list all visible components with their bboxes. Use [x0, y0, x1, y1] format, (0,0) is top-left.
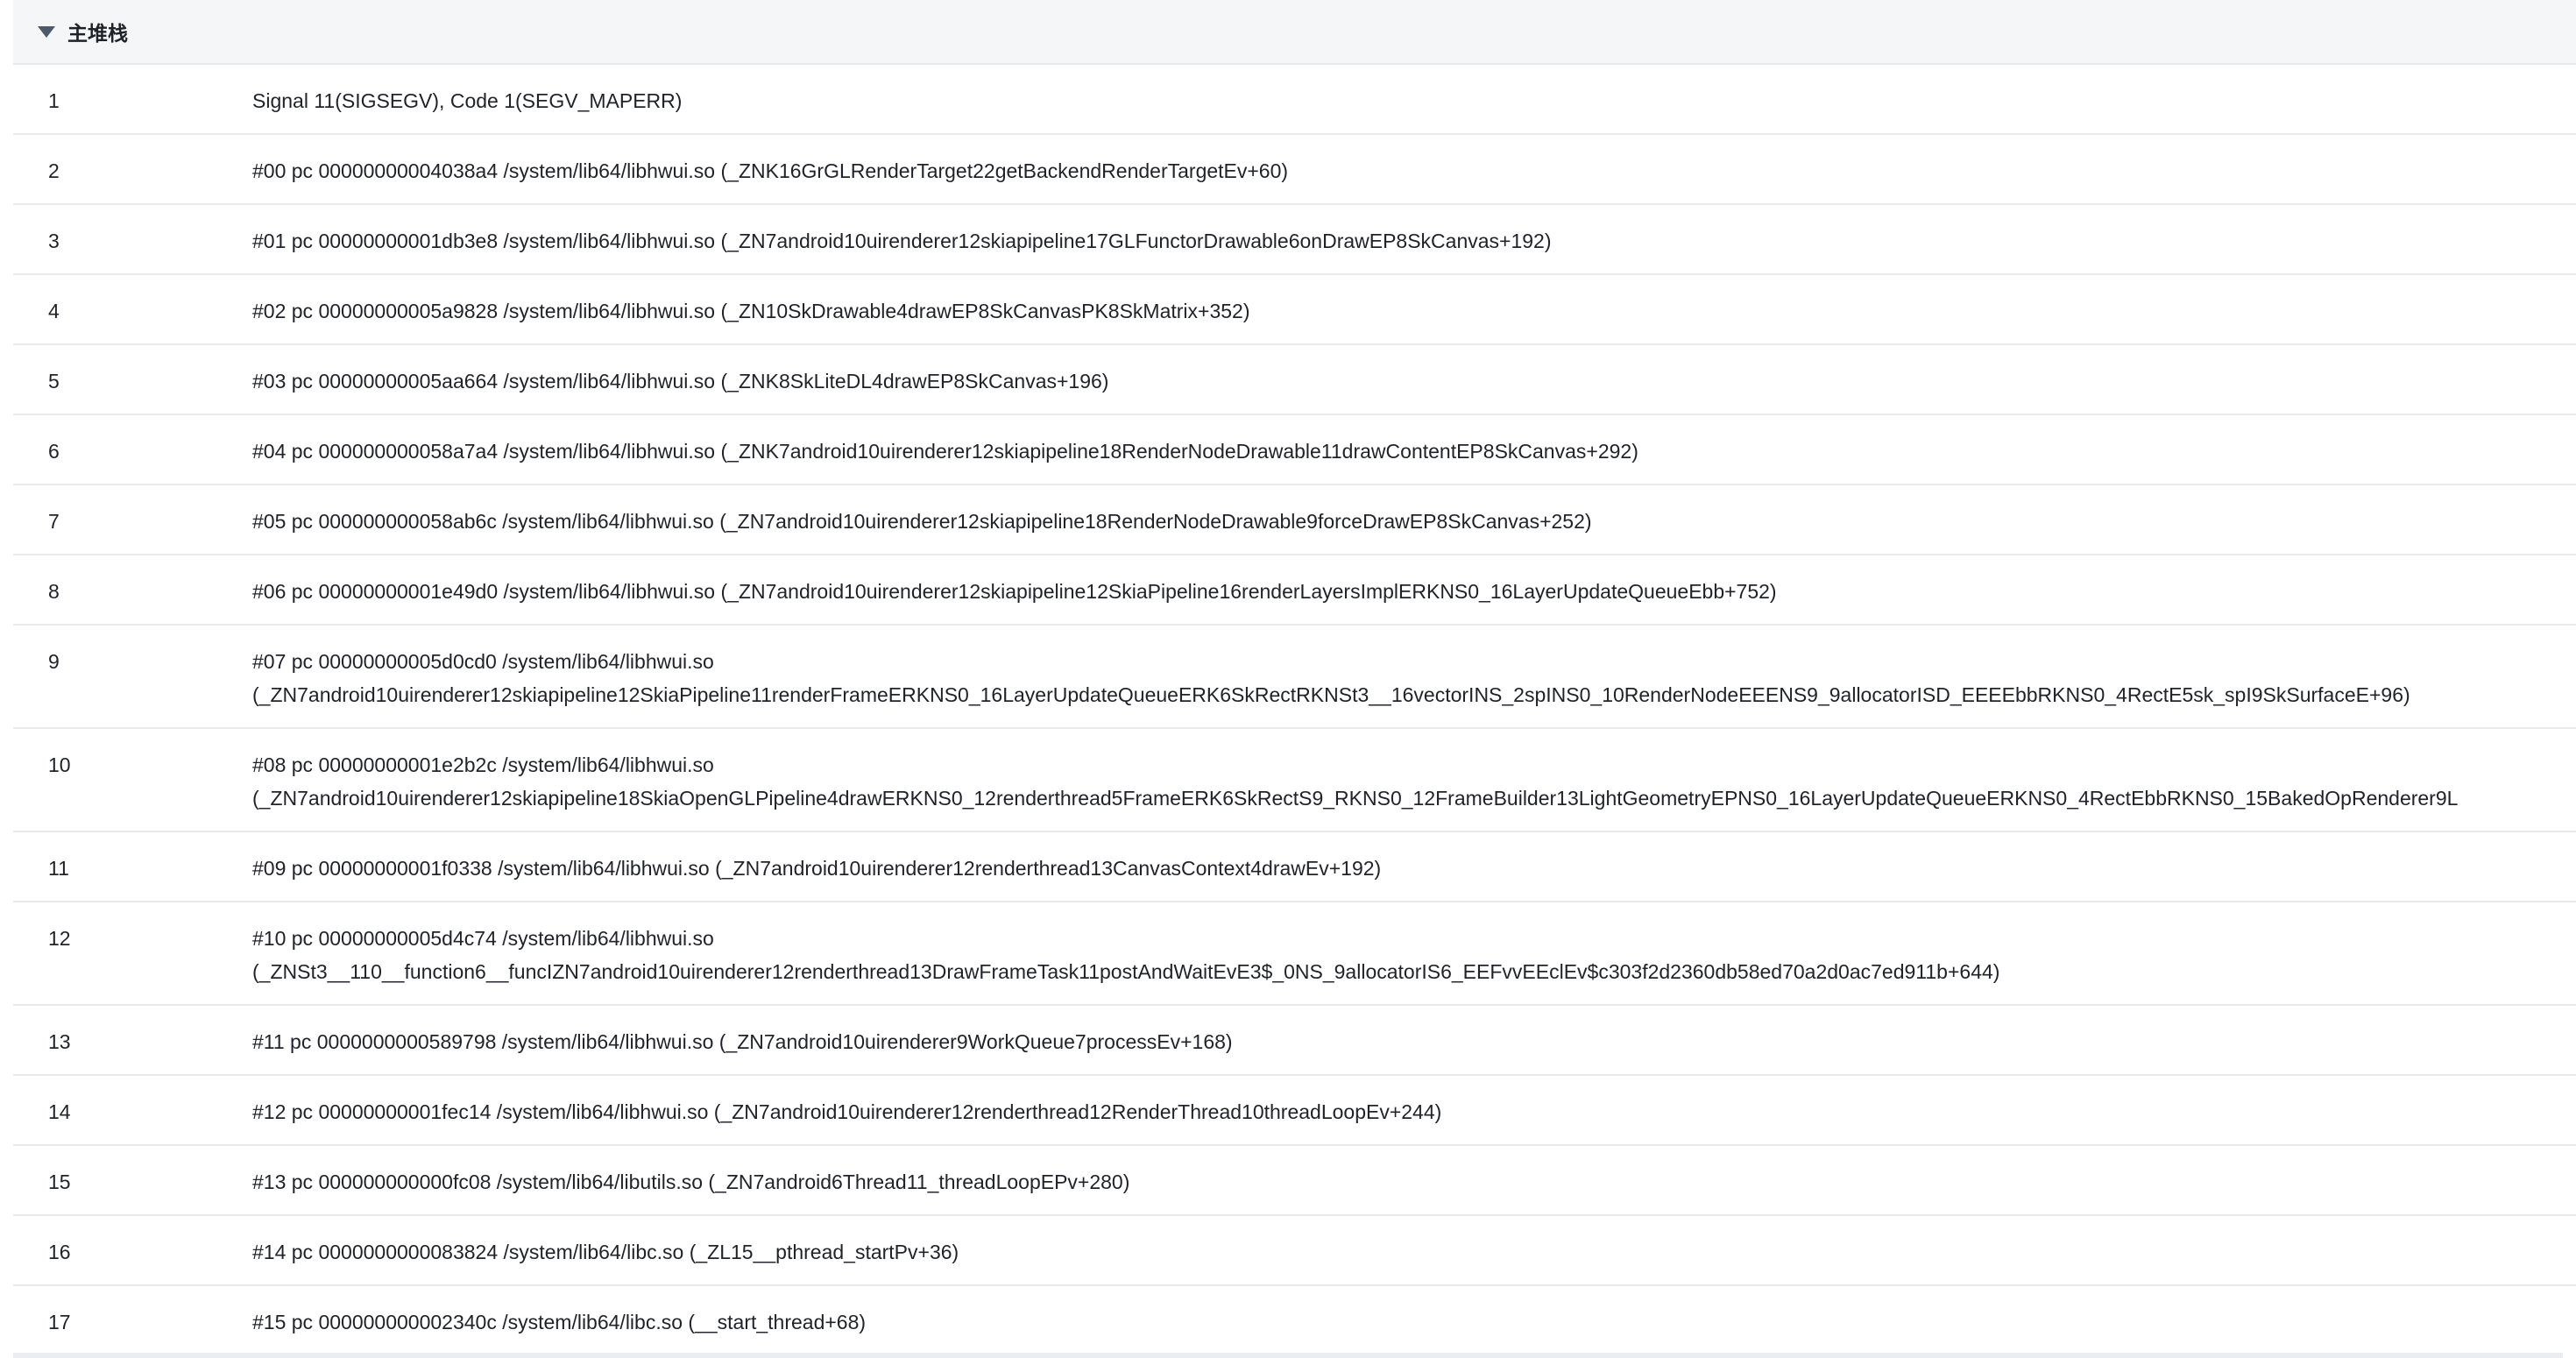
frame-text: #14 pc 0000000000083824 /system/lib64/li…	[252, 1235, 959, 1284]
stack-frame-row: 6 #04 pc 000000000058a7a4 /system/lib64/l…	[13, 415, 2576, 485]
frame-text-line: #14 pc 0000000000083824 /system/lib64/li…	[252, 1241, 959, 1263]
frame-text: #00 pc 00000000004038a4 /system/lib64/li…	[252, 154, 1288, 203]
frame-text: #01 pc 00000000001db3e8 /system/lib64/li…	[252, 224, 1552, 273]
frame-index: 4	[48, 300, 60, 322]
main-stack-title: 主堆栈	[67, 23, 128, 46]
stack-frame-row: 15 #13 pc 000000000000fc08 /system/lib64/…	[13, 1146, 2576, 1216]
frame-index: 11	[48, 857, 69, 880]
frame-index: 9	[48, 650, 60, 673]
frame-index: 6	[48, 440, 60, 463]
stack-frame-row: 10 #08 pc 00000000001e2b2c /system/lib64/…	[13, 729, 2576, 832]
frame-index: 14	[48, 1100, 71, 1123]
frame-text: #15 pc 000000000002340c /system/lib64/li…	[252, 1305, 866, 1353]
frame-text-line: #01 pc 00000000001db3e8 /system/lib64/li…	[252, 230, 1552, 252]
frame-text-line: #04 pc 000000000058a7a4 /system/lib64/li…	[252, 440, 1638, 463]
stack-frame-row: 14 #12 pc 00000000001fec14 /system/lib64/…	[13, 1076, 2576, 1146]
frame-index: 7	[48, 510, 60, 533]
horizontal-scrollbar[interactable]	[13, 1353, 2563, 1358]
frame-text-line: (_ZNSt3__110__function6__funcIZN7android…	[252, 960, 2000, 983]
frame-text-line: #00 pc 00000000004038a4 /system/lib64/li…	[252, 159, 1289, 182]
stack-frame-list: 1 Signal 11(SIGSEGV), Code 1(SEGV_MAPERR)…	[13, 65, 2576, 1353]
frame-index: 10	[48, 753, 71, 776]
frame-index: 17	[48, 1311, 71, 1333]
frame-index: 12	[48, 927, 71, 950]
frame-text: #13 pc 000000000000fc08 /system/lib64/li…	[252, 1165, 1129, 1214]
frame-text-line: #15 pc 000000000002340c /system/lib64/li…	[252, 1311, 867, 1333]
frame-text-line: #12 pc 00000000001fec14 /system/lib64/li…	[252, 1100, 1442, 1123]
frame-text: #10 pc 00000000005d4c74 /system/lib64/li…	[252, 922, 1999, 1004]
frame-text: #06 pc 00000000001e49d0 /system/lib64/li…	[252, 575, 1777, 624]
frame-index: 5	[48, 370, 60, 393]
frame-text: #05 pc 000000000058ab6c /system/lib64/li…	[252, 505, 1592, 554]
frame-text: #08 pc 00000000001e2b2c /system/lib64/li…	[252, 748, 2458, 831]
frame-text: #02 pc 00000000005a9828 /system/lib64/li…	[252, 294, 1250, 343]
frame-text-line: #09 pc 00000000001f0338 /system/lib64/li…	[252, 857, 1382, 880]
main-stack-header[interactable]: 主堆栈	[13, 0, 2576, 65]
stack-frame-row: 17 #15 pc 000000000002340c /system/lib64/…	[13, 1286, 2576, 1353]
frame-text: #03 pc 00000000005aa664 /system/lib64/li…	[252, 364, 1108, 414]
frame-text-line: #03 pc 00000000005aa664 /system/lib64/li…	[252, 370, 1109, 393]
stack-frame-row: 4 #02 pc 00000000005a9828 /system/lib64/l…	[13, 275, 2576, 345]
frame-index: 15	[48, 1171, 71, 1193]
frame-text: Signal 11(SIGSEGV), Code 1(SEGV_MAPERR)	[252, 84, 682, 133]
stack-frame-row: 12 #10 pc 00000000005d4c74 /system/lib64/…	[13, 902, 2576, 1006]
frame-text-line: (_ZN7android10uirenderer12skiapipeline12…	[252, 683, 2410, 706]
frame-index: 16	[48, 1241, 71, 1263]
frame-index: 3	[48, 230, 60, 252]
caret-down-icon[interactable]	[38, 25, 55, 38]
stack-frame-row: 7 #05 pc 000000000058ab6c /system/lib64/l…	[13, 485, 2576, 555]
stack-frame-row: 1 Signal 11(SIGSEGV), Code 1(SEGV_MAPERR)	[13, 65, 2576, 135]
stack-frame-row: 2 #00 pc 00000000004038a4 /system/lib64/l…	[13, 135, 2576, 205]
frame-text: #04 pc 000000000058a7a4 /system/lib64/li…	[252, 435, 1638, 484]
stack-frame-row: 9 #07 pc 00000000005d0cd0 /system/lib64/l…	[13, 626, 2576, 729]
frame-index: 2	[48, 159, 60, 182]
frame-text: #07 pc 00000000005d0cd0 /system/lib64/li…	[252, 645, 2410, 727]
frame-text: #11 pc 0000000000589798 /system/lib64/li…	[252, 1025, 1233, 1074]
frame-index: 1	[48, 89, 60, 112]
stack-frame-row: 5 #03 pc 00000000005aa664 /system/lib64/l…	[13, 345, 2576, 415]
frame-text-line: Signal 11(SIGSEGV), Code 1(SEGV_MAPERR)	[252, 89, 683, 112]
frame-text-line: #08 pc 00000000001e2b2c /system/lib64/li…	[252, 753, 714, 776]
frame-index: 13	[48, 1030, 71, 1053]
stack-frame-row: 13 #11 pc 0000000000589798 /system/lib64/…	[13, 1006, 2576, 1076]
frame-text-line: #10 pc 00000000005d4c74 /system/lib64/li…	[252, 927, 714, 950]
frame-text: #09 pc 00000000001f0338 /system/lib64/li…	[252, 852, 1381, 901]
stack-frame-row: 3 #01 pc 00000000001db3e8 /system/lib64/l…	[13, 205, 2576, 275]
stack-frame-row: 16 #14 pc 0000000000083824 /system/lib64/…	[13, 1216, 2576, 1286]
frame-text-line: #02 pc 00000000005a9828 /system/lib64/li…	[252, 300, 1250, 322]
frame-text-line: #06 pc 00000000001e49d0 /system/lib64/li…	[252, 580, 1777, 603]
stack-frame-row: 11 #09 pc 00000000001f0338 /system/lib64/…	[13, 832, 2576, 902]
frame-text-line: #13 pc 000000000000fc08 /system/lib64/li…	[252, 1171, 1130, 1193]
frame-text-line: #07 pc 00000000005d0cd0 /system/lib64/li…	[252, 650, 714, 673]
frame-index: 8	[48, 580, 60, 603]
frame-text-line: #11 pc 0000000000589798 /system/lib64/li…	[252, 1030, 1233, 1053]
frame-text: #12 pc 00000000001fec14 /system/lib64/li…	[252, 1095, 1441, 1144]
frame-text-line: (_ZN7android10uirenderer12skiapipeline18…	[252, 787, 2459, 810]
stack-frame-row: 8 #06 pc 00000000001e49d0 /system/lib64/l…	[13, 555, 2576, 626]
frame-text-line: #05 pc 000000000058ab6c /system/lib64/li…	[252, 510, 1592, 533]
main-stack-panel: 主堆栈 1 Signal 11(SIGSEGV), Code 1(SEGV_MAP…	[13, 0, 2576, 1353]
